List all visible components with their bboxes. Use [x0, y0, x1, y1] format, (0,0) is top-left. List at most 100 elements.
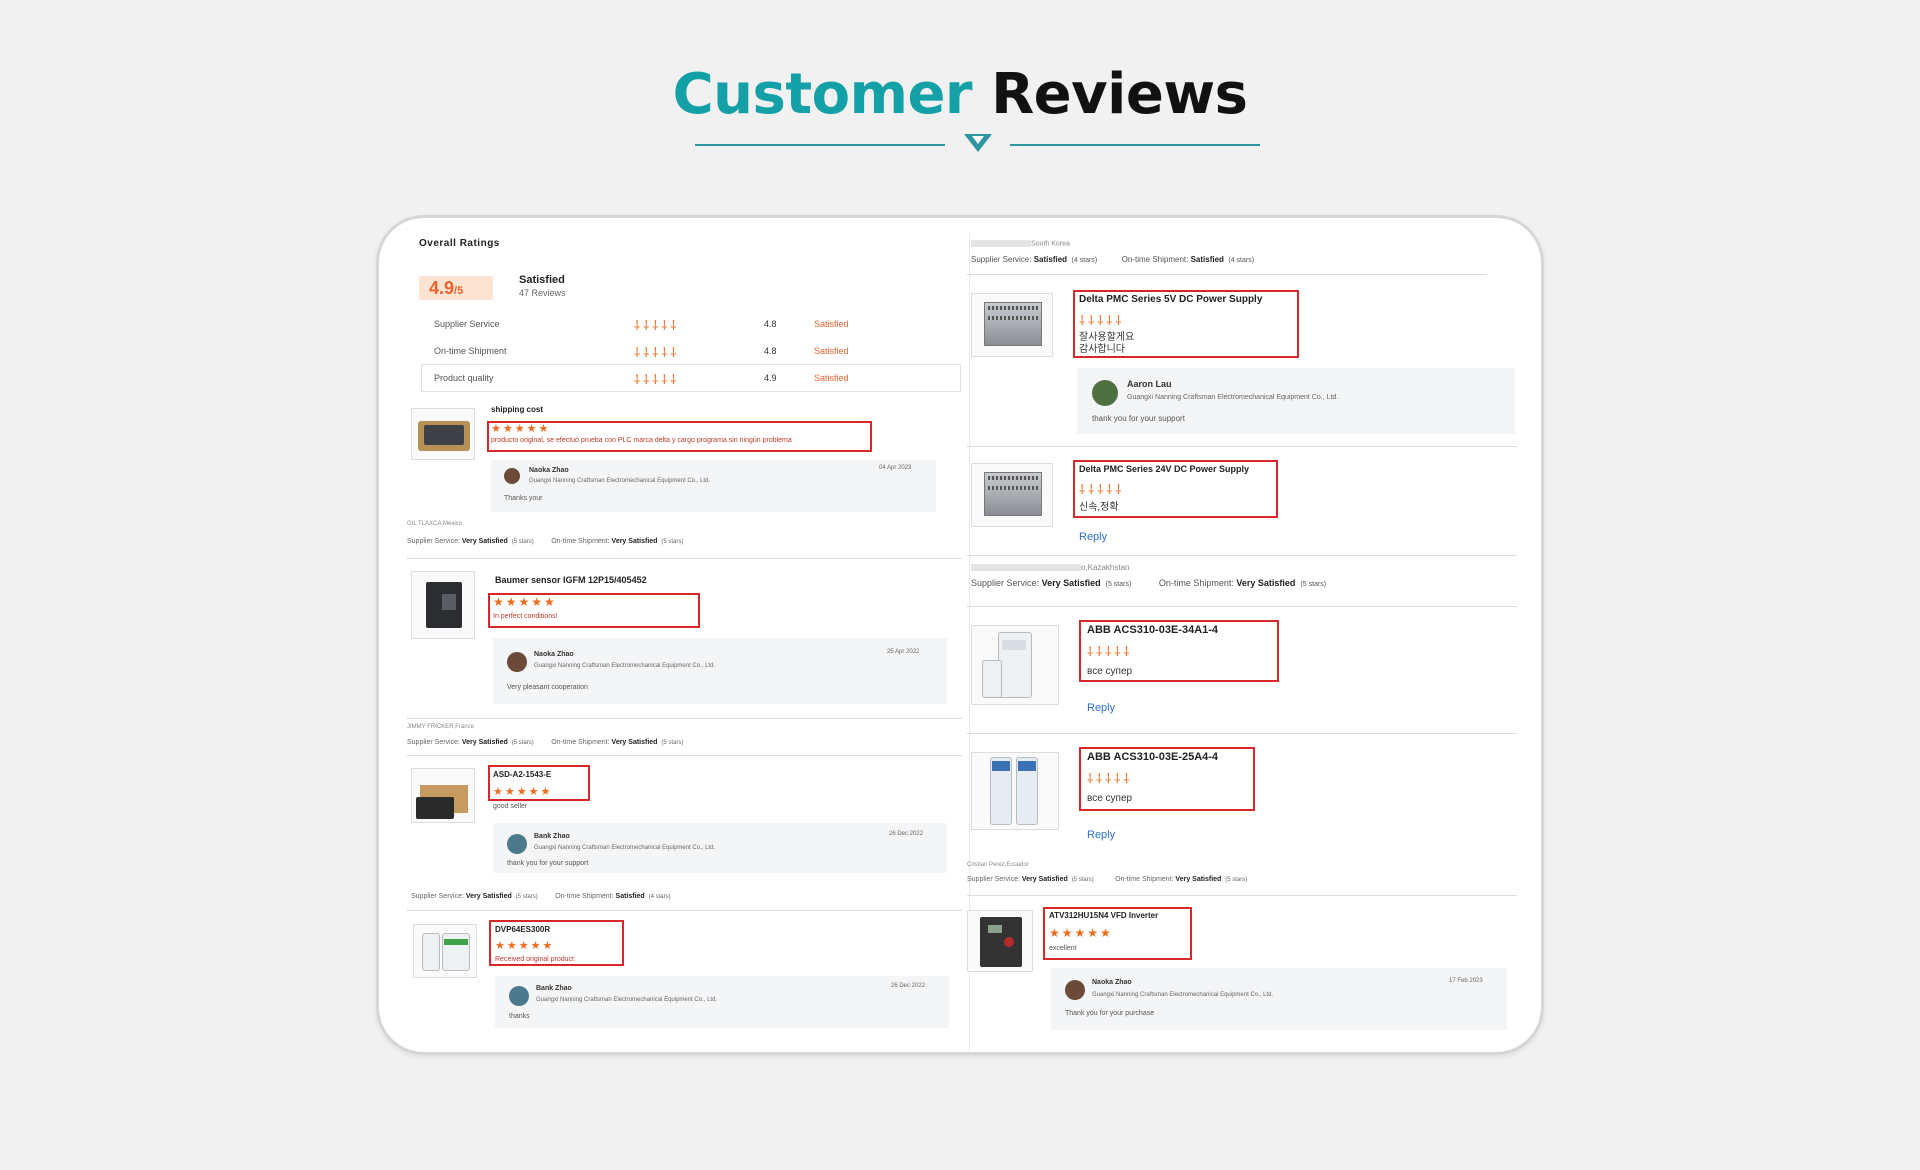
separator	[967, 446, 1517, 447]
reply-company: Guangxi Nanning Craftsman Electromechani…	[1092, 992, 1274, 998]
review-product-title[interactable]: DVP64ES300R	[495, 925, 550, 934]
rating-row-value: 4.9	[764, 373, 777, 383]
header-divider-right	[1010, 144, 1260, 146]
reply-link[interactable]: Reply	[1087, 702, 1115, 714]
avatar	[1065, 980, 1085, 1000]
review-stars: ★★★★★	[493, 786, 553, 798]
product-thumbnail[interactable]	[971, 463, 1053, 527]
review-stars: ⸸⸸⸸⸸⸸	[1079, 482, 1125, 497]
product-thumbnail[interactable]	[971, 625, 1059, 705]
review-meta: Supplier Service: Very Satisfied (5 star…	[411, 893, 671, 900]
reply-company: Guangxi Nanning Craftsman Electromechani…	[536, 997, 718, 1003]
review-stars: ★★★★★	[493, 595, 557, 609]
reviewer-location: JIMMY FRICKER,France	[407, 724, 474, 730]
reply-company: Guangxi Nanning Craftsman Electromechani…	[534, 663, 716, 669]
separator	[967, 895, 1517, 896]
review-meta: Supplier Service: Very Satisfied (5 star…	[407, 739, 684, 746]
reply-link[interactable]: Reply	[1079, 531, 1107, 543]
reply-text: Very pleasant cooperation	[507, 684, 588, 691]
seller-reply	[1077, 368, 1515, 434]
rating-row-stars: ⸸⸸⸸⸸⸸	[634, 318, 680, 333]
chevron-down-icon	[964, 134, 992, 152]
separator	[407, 910, 962, 911]
reply-author: Naoka Zhao	[1092, 979, 1132, 986]
separator	[967, 274, 1487, 275]
product-thumbnail[interactable]	[411, 768, 475, 823]
product-thumbnail[interactable]	[413, 924, 477, 978]
separator	[967, 555, 1517, 556]
review-text: 신속,정확	[1079, 502, 1119, 513]
separator	[967, 606, 1517, 607]
review-product-title[interactable]: ATV312HU15N4 VFD Inverter	[1049, 911, 1158, 920]
reviewer-location: GIL TLAXCA,Mexico	[407, 521, 463, 527]
reviews-count: 47 Reviews	[519, 288, 566, 298]
reply-author: Naoka Zhao	[529, 467, 569, 474]
avatar	[504, 468, 520, 484]
reply-author: Bank Zhao	[536, 985, 572, 992]
rating-row-label: Product quality	[434, 373, 494, 383]
review-text: producto original, se efectuó prueba con…	[491, 437, 792, 444]
avatar	[507, 834, 527, 854]
review-stars: ⸸⸸⸸⸸⸸	[1087, 644, 1133, 659]
review-product-title[interactable]: ABB ACS310-03E-34A1-4	[1087, 624, 1218, 636]
overall-summary: Satisfied	[519, 274, 565, 286]
reply-company: Guangxi Nanning Craftsman Electromechani…	[534, 845, 716, 851]
seller-reply	[493, 638, 947, 704]
avatar	[507, 652, 527, 672]
seller-reply	[1051, 968, 1507, 1030]
product-thumbnail[interactable]	[411, 408, 475, 460]
reply-text: Thanks your	[504, 495, 543, 502]
review-stars: ★★★★★	[495, 940, 555, 952]
review-stars: ⸸⸸⸸⸸⸸	[1087, 771, 1133, 786]
reply-company: Guangxi Nanning Craftsman Electromechani…	[1127, 394, 1339, 401]
product-thumbnail[interactable]	[411, 571, 475, 639]
review-product-title[interactable]: Delta PMC Series 5V DC Power Supply	[1079, 294, 1262, 305]
reply-date: 04 Apr 2023	[879, 465, 912, 471]
reply-text: Thank you for your purchase	[1065, 1010, 1155, 1017]
reply-date: 25 Apr 2022	[887, 649, 920, 655]
review-meta: Supplier Service: Very Satisfied (5 star…	[967, 876, 1248, 883]
review-stars: ★★★★★	[491, 423, 551, 435]
review-product-title[interactable]: ABB ACS310-03E-25A4-4	[1087, 751, 1218, 763]
overall-ratings-heading: Overall Ratings	[419, 238, 500, 249]
section-header: Customer Reviews	[0, 60, 1920, 130]
review-product-title[interactable]: ASD-A2-1543-E	[493, 770, 551, 779]
rating-row-status: Satisfied	[814, 319, 849, 329]
reviewer-location: o,Kazakhstan	[971, 563, 1129, 572]
reply-date: 26 Dec 2022	[891, 983, 926, 989]
reviewer-location: South Korea	[971, 240, 1070, 247]
title-part-customer: Customer	[672, 62, 973, 127]
reply-date: 26 Dec 2022	[889, 831, 924, 837]
avatar	[509, 986, 529, 1006]
section-title: Customer Reviews	[0, 60, 1920, 130]
review-text: все супер	[1087, 666, 1133, 677]
header-divider-left	[695, 144, 945, 146]
review-product-title[interactable]: Baumer sensor IGFM 12P15/405452	[495, 575, 647, 585]
review-meta: Supplier Service: Very Satisfied (5 star…	[407, 538, 684, 545]
review-stars: ★★★★★	[1049, 926, 1113, 940]
review-text: excellent	[1049, 945, 1077, 952]
review-product-title[interactable]: shipping cost	[491, 405, 543, 414]
reviewer-location: Cristian Perez,Ecuador	[967, 862, 1029, 868]
reply-author: Bank Zhao	[534, 833, 570, 840]
product-thumbnail[interactable]	[971, 293, 1053, 357]
rating-row-stars: ⸸⸸⸸⸸⸸	[634, 372, 680, 387]
reply-company: Guangxi Nanning Craftsman Electromechani…	[529, 478, 711, 484]
rating-row-value: 4.8	[764, 319, 777, 329]
review-meta: Supplier Service: Satisfied (4 stars) On…	[971, 255, 1255, 264]
reply-link[interactable]: Reply	[1087, 829, 1115, 841]
product-thumbnail[interactable]	[971, 752, 1059, 830]
reply-date: 17 Feb 2023	[1449, 978, 1483, 984]
rating-row-label: On-time Shipment	[434, 346, 507, 356]
product-thumbnail[interactable]	[967, 910, 1033, 972]
review-product-title[interactable]: Delta PMC Series 24V DC Power Supply	[1079, 464, 1249, 474]
rating-row-value: 4.8	[764, 346, 777, 356]
reply-author: Aaron Lau	[1127, 379, 1172, 389]
rating-row-label: Supplier Service	[434, 319, 500, 329]
reply-author: Naoka Zhao	[534, 651, 574, 658]
review-text: 감사합니다	[1079, 344, 1125, 355]
review-text: все супер	[1087, 793, 1133, 804]
title-part-reviews: Reviews	[991, 62, 1248, 127]
rating-row-status: Satisfied	[814, 373, 849, 383]
review-text: In perfect conditions!	[493, 613, 558, 620]
